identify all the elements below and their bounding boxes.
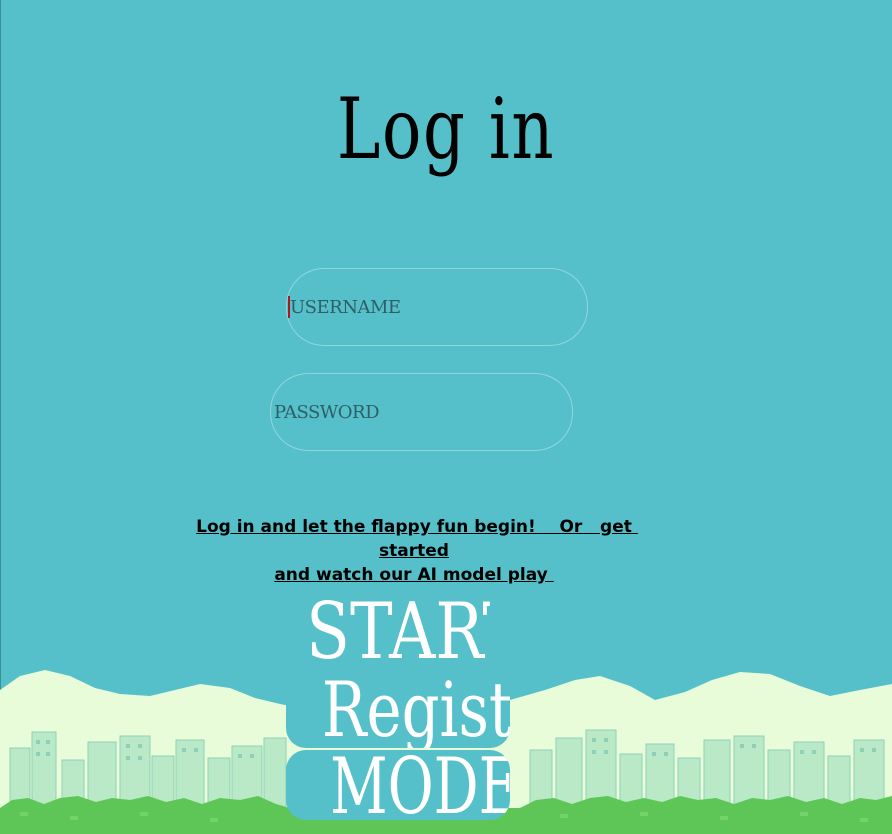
model-button-label: MODEL (330, 750, 510, 820)
password-input[interactable] (270, 373, 573, 451)
register-button[interactable]: Register (286, 672, 510, 748)
tagline-link[interactable]: Log in and let the flappy fun begin! Or … (170, 515, 658, 587)
start-button[interactable]: START (306, 592, 490, 672)
text-cursor (288, 296, 290, 318)
model-button[interactable]: MODEL (286, 750, 510, 820)
page-title: Log in (336, 80, 556, 178)
username-input[interactable] (286, 268, 588, 346)
register-button-label: Register (321, 672, 510, 748)
username-field-container (286, 268, 588, 346)
password-field-container (270, 373, 573, 451)
